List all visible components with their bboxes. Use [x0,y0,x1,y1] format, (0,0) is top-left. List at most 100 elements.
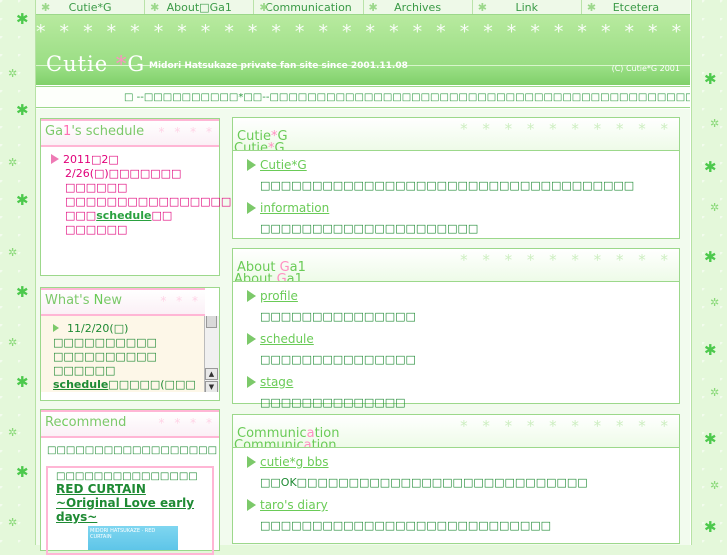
panel-title-shadow: Cutie*G [234,141,285,151]
whats-new-box: What's New * * * 11/2/20(□) □□□□□□□□□□ □□… [40,287,220,401]
star-deco-icon: * * * * * * * * * * [460,417,673,435]
link-bbs[interactable]: cutie*g bbs [247,454,679,470]
star-icon: ✲ [8,156,18,169]
site-banner: * * * * * * * * * * * * * * * * * * * * … [36,15,690,85]
logo-star: * [115,52,128,76]
star-icon: ✱ [16,10,29,28]
scroll-up-button[interactable]: ▲ [205,368,218,380]
nav-label: Cutie*G [68,1,112,14]
news-date: 11/2/20(□) [67,322,129,335]
link-stage[interactable]: stage [247,374,679,390]
communication-panel: * * * * * * * * * * Communication Commun… [232,414,680,544]
star-icon: ✲ [710,386,720,399]
cutie-g-header: * * * * * * * * * * Cutie*G Cutie*G [233,118,679,151]
recommend-card-text: □□□□□□□□□□□□□□□ [56,471,198,482]
title-part: Ga [45,124,64,139]
panel-title-shadow: Communication [234,438,337,448]
star-icon: ✱ [16,191,29,209]
about-panel: * * * * * * * * * * About Ga1 About Ga1 … [232,248,680,409]
star-icon: ✲ [710,201,720,214]
nav-label: Archives [394,1,442,14]
title-part: Cutie [234,141,269,151]
title-part: What's [45,293,94,308]
star-icon: ✱ [16,283,29,301]
item-description: □□□□□□□□□□□□□□□□□□□□□□□□□□□□ [260,519,552,532]
star-icon: ✱ [704,341,717,359]
panel-title-shadow: About Ga1 [234,272,303,282]
schedule-line: □□□schedule□□ [51,209,215,223]
top-nav: ✱ Cutie*G ✱ About□Ga1 ✱ Communication ✱ Arch… [36,0,690,15]
nav-item-archives[interactable]: ✱ Archives [364,0,473,14]
nav-item-communication[interactable]: ✱ Communication [254,0,364,14]
recommend-link[interactable]: RED CURTAIN ~Original Love early days~ [56,482,204,524]
about-header: * * * * * * * * * * About Ga1 About Ga1 [233,249,679,282]
nav-label: Communication [265,1,352,14]
title-part: Re [45,415,62,430]
whats-new-title: What's New * * * [41,288,205,316]
scrollbar[interactable]: ▲ ▲ ▼ [204,316,219,392]
title-part: G [276,272,287,282]
schedule-date: 2011□2□ [63,153,119,166]
announcement-strip: □ --□□□□□□□□□□*□□--□□□□□□□□□□□□□□□□□□□□□… [36,86,690,108]
schedule-link[interactable]: schedule [96,209,151,222]
link-profile[interactable]: profile [247,288,679,304]
link-information[interactable]: information [247,200,679,216]
title-part: About [234,272,277,282]
title-part: Communic [234,438,304,448]
cutie-g-panel: * * * * * * * * * * Cutie*G Cutie*G Cuti… [232,117,680,239]
star-icon: ✱ [477,1,487,14]
triangle-bullet-icon [51,154,59,164]
star-icon: ✱ [41,1,51,14]
link-schedule[interactable]: schedule [247,331,679,347]
triangle-bullet-icon [247,376,256,388]
star-icon: ✱ [259,1,269,14]
item-label: information [260,201,330,215]
item-description: □□□□□□□□□□□□□□□□□□□□□□□□□□□□□□□□□□□□ [260,179,635,192]
scroll-thumb[interactable] [206,316,217,328]
title-part: ew [103,293,123,308]
triangle-bullet-icon [247,333,256,345]
schedule-line: □□□□□□□□□□□□□□□□□□□ [65,195,263,208]
nav-item-etcetera[interactable]: ✱ Etcetera [582,0,690,14]
title-part: ommend [68,415,127,430]
schedule-line: 2/26(□)□□□□□□□ [65,167,182,180]
scroll-down-button[interactable]: ▼ [205,381,218,392]
logo-text: Cutie [46,52,116,76]
communication-items: cutie*g bbs □□OK□□□□□□□□□□□□□□□□□□□□□□□□… [233,448,679,548]
recommend-box: Recommend * * * * □□□□□□□□□□□□□□□□□□ □□□□… [40,409,220,555]
star-deco-icon: * * * * * * * * * * [460,251,673,269]
album-cover-image[interactable]: MIDORI HATSUKAZE · RED CURTAIN [88,526,178,550]
site-logo[interactable]: Cutie *G [46,52,145,76]
schedule-text: □□ [151,209,173,222]
nav-label: Etcetera [612,1,660,14]
item-description: □□□□□□□□□□□□□□□□□□□□□ [260,222,479,235]
recommend-title: Recommend * * * * [41,410,219,438]
album-caption: MIDORI HATSUKAZE · RED CURTAIN [90,528,156,540]
star-icon: ✲ [710,479,720,492]
nav-item-link[interactable]: ✱ Link [473,0,582,14]
title-part: tion [311,438,337,448]
news-link[interactable]: schedule [53,378,108,391]
news-line: schedule□□□□□(□□□ [53,378,201,392]
schedule-line: □□□□□□ [65,181,128,194]
link-cutie-g[interactable]: Cutie*G [247,157,679,173]
item-label: taro's diary [260,498,328,512]
item-description: □□□□□□□□□□□□□□ [260,396,406,409]
link-diary[interactable]: taro's diary [247,497,679,513]
recommend-intro: □□□□□□□□□□□□□□□□□□ [47,445,218,456]
nav-item-about[interactable]: ✱ About□Ga1 [145,0,255,14]
title-part: c [61,415,69,430]
whats-new-scroll-area[interactable]: 11/2/20(□) □□□□□□□□□□ □□□□□□□□□□ □□□□□□ … [41,316,219,392]
schedule-body: 2011□2□ 2/26(□)□□□□□□□ □□□□□□ □□□□□□□□□□… [41,147,263,241]
star-icon: ✱ [150,1,160,14]
star-icon: ✲ [8,336,18,349]
star-deco-icon: * * * [160,294,201,308]
nav-item-cutie-g[interactable]: ✱ Cutie*G [36,0,146,14]
title-part: a1 [286,272,303,282]
star-icon: ✲ [8,246,18,259]
item-description: □□□□□□□□□□□□□□□ [260,310,416,323]
star-icon: ✲ [8,67,18,80]
star-icon: ✱ [586,1,597,14]
site-tagline: Midori Hatsukaze private fan site since … [149,61,408,71]
item-label: cutie*g bbs [260,455,329,469]
